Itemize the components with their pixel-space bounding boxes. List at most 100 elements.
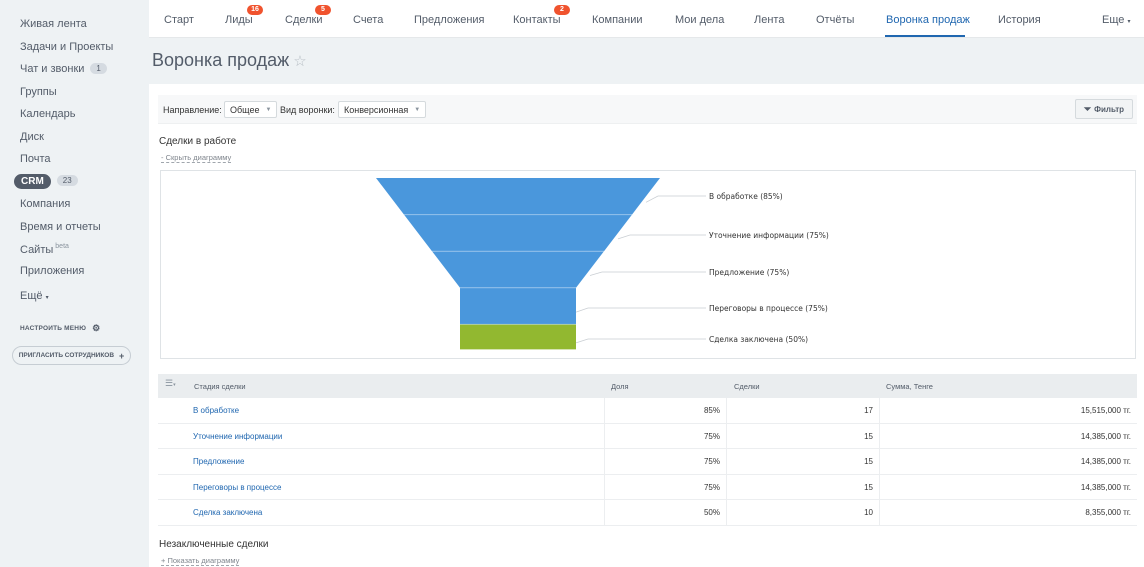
funnel-stage-label: Предложение (75%) bbox=[709, 268, 789, 277]
funnel-segment bbox=[432, 251, 604, 288]
funnel-type-select[interactable]: Конверсионная ▼ bbox=[338, 101, 427, 118]
funnel-stage-label: Переговоры в процессе (75%) bbox=[709, 304, 828, 313]
sidebar-item-label: Сайты bbox=[20, 244, 54, 256]
direction-select[interactable]: Общее ▼ bbox=[224, 101, 278, 118]
table-row: Предложение 75% 15 14,385,000 тг. bbox=[158, 449, 1137, 475]
col-header-sum[interactable]: Сумма, Тенге bbox=[886, 382, 933, 391]
nav-tab-reports[interactable]: Отчёты bbox=[816, 14, 854, 26]
funnel-svg: В обработке (85%) Уточнение информации (7… bbox=[376, 178, 829, 350]
sidebar-item-live-feed[interactable]: Живая лента bbox=[20, 18, 87, 30]
stage-link[interactable]: В обработке bbox=[193, 406, 239, 415]
funnel-label-connector bbox=[575, 338, 706, 344]
sidebar-item-crm[interactable]: CRM 23 bbox=[14, 174, 78, 189]
hide-chart-link[interactable]: - Скрыть диаграмму bbox=[161, 153, 232, 163]
sidebar-item-sites[interactable]: Сайты beta bbox=[20, 243, 69, 256]
sidebar-item-calendar[interactable]: Календарь bbox=[20, 108, 76, 120]
sidebar-count-badge: 1 bbox=[90, 63, 107, 74]
funnel-stage-label: В обработке (85%) bbox=[709, 192, 783, 201]
table-row: Сделка заключена 50% 10 8,355,000 тг. bbox=[158, 500, 1137, 526]
nav-tab-companies[interactable]: Компании bbox=[592, 14, 643, 26]
funnel-type-label: Вид воронки: bbox=[280, 105, 335, 115]
deals-cell: 15 bbox=[864, 457, 873, 467]
col-header-stage[interactable]: Стадия сделки bbox=[194, 382, 246, 391]
invite-employees-button[interactable]: ПРИГЛАСИТЬ СОТРУДНИКОВ + bbox=[12, 346, 131, 365]
beta-tag: beta bbox=[55, 243, 69, 250]
divider bbox=[879, 474, 880, 500]
nav-badge-deals: 5 bbox=[315, 5, 331, 15]
divider bbox=[604, 398, 605, 423]
chevron-down-icon: ▼ bbox=[265, 106, 272, 113]
divider bbox=[726, 500, 727, 525]
nav-tab-sales-funnel[interactable]: Воронка продаж bbox=[886, 14, 970, 26]
funnel-label-connector bbox=[589, 271, 706, 276]
section-title-unclosed: Незаключенные сделки bbox=[159, 539, 269, 550]
sidebar-item-label: Чат и звонки bbox=[20, 63, 85, 75]
nav-badge-leads: 16 bbox=[247, 5, 263, 15]
sidebar-item-disk[interactable]: Диск bbox=[20, 131, 44, 143]
nav-badge-contacts: 2 bbox=[554, 5, 570, 15]
chevron-down-icon: ▾ bbox=[45, 295, 49, 301]
sidebar-item-tasks[interactable]: Задачи и Проекты bbox=[20, 41, 113, 53]
filter-button[interactable]: ⏷ Фильтр bbox=[1075, 99, 1133, 119]
table-row: В обработке 85% 17 15,515,000 тг. bbox=[158, 398, 1137, 424]
divider bbox=[726, 474, 727, 500]
nav-tab-offers[interactable]: Предложения bbox=[414, 14, 485, 26]
table-header bbox=[158, 374, 1137, 398]
top-navigation: Старт Лиды 16 Сделки 5 Счета Предложения… bbox=[149, 0, 1144, 38]
chevron-down-icon: ▾ bbox=[1127, 19, 1131, 25]
sidebar-item-label: Почта bbox=[20, 153, 51, 165]
share-cell: 50% bbox=[703, 508, 720, 518]
sidebar-item-time-reports[interactable]: Время и отчеты bbox=[20, 221, 101, 233]
plus-icon: + bbox=[119, 350, 125, 361]
left-sidebar: Живая лента Задачи и Проекты Чат и звонк… bbox=[0, 0, 149, 567]
sidebar-item-label: Компания bbox=[20, 198, 71, 210]
sidebar-item-label: Группы bbox=[20, 86, 57, 98]
star-icon[interactable]: ☆ bbox=[293, 53, 306, 70]
nav-tab-deals[interactable]: Сделки bbox=[285, 14, 323, 26]
divider bbox=[879, 423, 880, 449]
nav-tab-my-tasks[interactable]: Мои дела bbox=[675, 14, 724, 26]
funnel-label-connector bbox=[645, 195, 706, 203]
sidebar-item-label: Время и отчеты bbox=[20, 221, 101, 233]
nav-tab-leads[interactable]: Лиды bbox=[225, 14, 253, 26]
sum-cell: 14,385,000 тг. bbox=[1080, 482, 1131, 492]
funnel-stage-label: Уточнение информации (75%) bbox=[709, 231, 829, 240]
sidebar-item-chat[interactable]: Чат и звонки 1 bbox=[20, 63, 107, 75]
divider bbox=[604, 500, 605, 525]
nav-tab-invoices[interactable]: Счета bbox=[353, 14, 383, 26]
funnel-segment bbox=[460, 324, 576, 350]
columns-menu-icon[interactable]: ☰▾ bbox=[165, 378, 176, 389]
sidebar-item-more[interactable]: Ещё ▾ bbox=[20, 290, 49, 302]
nav-tab-feed[interactable]: Лента bbox=[754, 14, 784, 26]
stage-link[interactable]: Сделка заключена bbox=[193, 508, 262, 517]
show-chart-link[interactable]: + Показать диаграмму bbox=[161, 556, 240, 566]
sidebar-item-label: CRM bbox=[14, 174, 51, 189]
deals-cell: 10 bbox=[864, 508, 873, 518]
nav-tab-history[interactable]: История bbox=[998, 14, 1041, 26]
col-header-deals[interactable]: Сделки bbox=[734, 382, 760, 391]
sum-cell: 14,385,000 тг. bbox=[1080, 431, 1131, 441]
sidebar-item-company[interactable]: Компания bbox=[20, 198, 70, 210]
sidebar-item-label: Календарь bbox=[20, 108, 76, 120]
funnel-label-connector bbox=[575, 307, 706, 313]
col-header-share[interactable]: Доля bbox=[611, 382, 629, 391]
funnel-segment bbox=[376, 178, 660, 215]
nav-tab-start[interactable]: Старт bbox=[164, 14, 194, 26]
nav-tab-contacts[interactable]: Контакты bbox=[513, 14, 561, 26]
filter-button-label: Фильтр bbox=[1094, 104, 1125, 114]
stage-link[interactable]: Уточнение информации bbox=[193, 432, 282, 441]
configure-menu-button[interactable]: НАСТРОИТЬ МЕНЮ ⚙ bbox=[20, 323, 100, 334]
sidebar-item-groups[interactable]: Группы bbox=[20, 86, 57, 98]
stage-link[interactable]: Предложение bbox=[193, 457, 244, 466]
section-title-in-work: Сделки в работе bbox=[159, 136, 237, 147]
sum-cell: 15,515,000 тг. bbox=[1080, 406, 1131, 415]
nav-tab-more[interactable]: Еще ▾ bbox=[1102, 14, 1130, 26]
deals-cell: 15 bbox=[864, 482, 873, 492]
divider bbox=[879, 500, 880, 525]
divider bbox=[604, 449, 605, 474]
stage-link[interactable]: Переговоры в процессе bbox=[193, 483, 281, 492]
sidebar-item-apps[interactable]: Приложения bbox=[20, 265, 84, 277]
sidebar-item-mail[interactable]: Почта bbox=[20, 153, 51, 165]
divider bbox=[879, 398, 880, 423]
invite-label: ПРИГЛАСИТЬ СОТРУДНИКОВ bbox=[18, 352, 115, 359]
